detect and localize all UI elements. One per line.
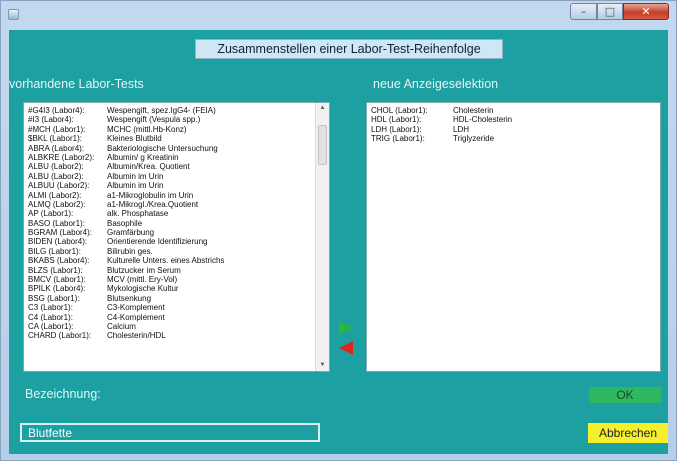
- test-code: BILG (Labor1):: [28, 246, 81, 256]
- test-code: ALMI (Labor2):: [28, 190, 82, 200]
- scroll-thumb[interactable]: [318, 125, 327, 165]
- test-description: Orientierende Identifizierung: [107, 237, 208, 247]
- test-description: C3-Komplement: [107, 303, 165, 313]
- test-code: CHARD (Labor1):: [28, 331, 92, 341]
- test-description: a1-Mikroglobulin im Urin: [107, 190, 194, 200]
- test-code: LDH (Labor1):: [371, 124, 422, 134]
- test-description: Blutzucker im Serum: [107, 265, 181, 275]
- scroll-down-arrow-icon[interactable]: ▼: [316, 360, 329, 371]
- title-bar: – □ ✕: [1, 1, 676, 29]
- dialog-title: Zusammenstellen einer Labor-Test-Reihenf…: [195, 39, 503, 59]
- test-description: Cholesterin/HDL: [107, 331, 166, 341]
- test-description: MCHC (mittl.Hb-Konz): [107, 124, 187, 134]
- test-code: HDL (Labor1):: [371, 115, 422, 125]
- bezeichnung-label: Bezeichnung:: [25, 387, 101, 401]
- remove-from-selection-arrow-icon[interactable]: [339, 341, 353, 355]
- test-code: #MCH (Labor1):: [28, 124, 86, 134]
- available-tests-scrollbar[interactable]: ▲ ▼: [315, 103, 329, 371]
- test-description: a1-Mikrogl./Krea.Quotient: [107, 199, 199, 209]
- test-description: Bakteriologische Untersuchung: [107, 143, 218, 153]
- test-description: Triglyzeride: [453, 134, 495, 144]
- cancel-button[interactable]: Abbrechen: [588, 423, 668, 443]
- test-code: ALBU (Labor2):: [28, 162, 84, 172]
- test-description: Kleines Blutbild: [107, 134, 162, 144]
- test-description: Albumin/Krea. Quotient: [107, 162, 190, 172]
- test-code: ALMQ (Labor2):: [28, 199, 86, 209]
- test-description: alk. Phosphatase: [107, 209, 169, 219]
- test-description: Gramfärbung: [107, 228, 155, 238]
- test-code: BASO (Labor1):: [28, 218, 85, 228]
- test-description: Calcium: [107, 321, 136, 331]
- selected-tests-list[interactable]: CHOL (Labor1): Cholesterin HDL (Labor1): HD…: [366, 102, 661, 372]
- test-code: $BKL (Labor1):: [28, 134, 82, 144]
- test-code: TRIG (Labor1):: [371, 134, 425, 144]
- selected-tests-label: neue Anzeigeselektion: [373, 77, 499, 91]
- test-code: ALBU (Labor2):: [28, 171, 84, 181]
- test-code: AP (Labor1):: [28, 209, 74, 219]
- test-description: HDL-Cholesterin: [453, 115, 513, 125]
- test-code: ALBUU (Labor2):: [28, 181, 90, 191]
- test-description: C4-Komplement: [107, 312, 165, 322]
- dialog-window: – □ ✕ Zusammenstellen einer Labor-Test-R…: [0, 0, 677, 461]
- test-code: BSG (Labor1):: [28, 293, 80, 303]
- minimize-button[interactable]: –: [570, 3, 597, 20]
- test-code: CA (Labor1):: [28, 321, 74, 331]
- available-tests-list[interactable]: #G4I3 (Labor4): Wespengift, spez.IgG4- (F…: [23, 102, 330, 372]
- test-code: C4 (Labor1):: [28, 312, 73, 322]
- test-description: Albumin im Urin: [107, 171, 164, 181]
- test-description: Wespengift, spez.IgG4- (FEIA): [107, 106, 216, 115]
- test-description: Albumin im Urin: [107, 181, 164, 191]
- test-description: Cholesterin: [453, 106, 494, 115]
- test-code: BPILK (Labor4):: [28, 284, 86, 294]
- ok-button[interactable]: OK: [589, 387, 661, 403]
- bezeichnung-input[interactable]: [20, 423, 320, 442]
- test-description: LDH: [453, 124, 470, 134]
- available-tests-label: vorhandene Labor-Tests: [9, 77, 144, 91]
- test-code: ABRA (Labor4):: [28, 143, 85, 153]
- test-code: BGRAM (Labor4):: [28, 228, 93, 238]
- app-icon: [8, 9, 19, 20]
- test-description: Albumin/ g Kreatinin: [107, 152, 179, 162]
- test-code: CHOL (Labor1):: [371, 106, 428, 115]
- test-code: BLZS (Labor1):: [28, 265, 83, 275]
- test-description: Blutsenkung: [107, 293, 152, 303]
- test-description: Basophile: [107, 218, 143, 228]
- test-description: Bilirubin ges.: [107, 246, 153, 256]
- test-code: #G4I3 (Labor4):: [28, 106, 85, 115]
- test-description: Mykologische Kultur: [107, 284, 179, 294]
- test-description: Wespengift (Vespula spp.): [107, 115, 201, 125]
- test-description: Kulturelle Unters. eines Abstrichs: [107, 256, 225, 266]
- close-button[interactable]: ✕: [623, 3, 669, 20]
- test-code: BKABS (Labor4):: [28, 256, 90, 266]
- test-code: ALBKRE (Labor2):: [28, 152, 95, 162]
- test-code: BMCV (Labor1):: [28, 275, 86, 285]
- maximize-button[interactable]: □: [597, 3, 623, 20]
- scroll-up-arrow-icon[interactable]: ▲: [316, 103, 329, 114]
- test-code: C3 (Labor1):: [28, 303, 73, 313]
- add-to-selection-arrow-icon[interactable]: [339, 321, 353, 335]
- test-description: MCV (mittl. Ery-Vol): [107, 275, 178, 285]
- dialog-client-area: Zusammenstellen einer Labor-Test-Reihenf…: [9, 30, 668, 454]
- test-code: BIDEN (Labor4):: [28, 237, 88, 247]
- test-code: #I3 (Labor4):: [28, 115, 74, 125]
